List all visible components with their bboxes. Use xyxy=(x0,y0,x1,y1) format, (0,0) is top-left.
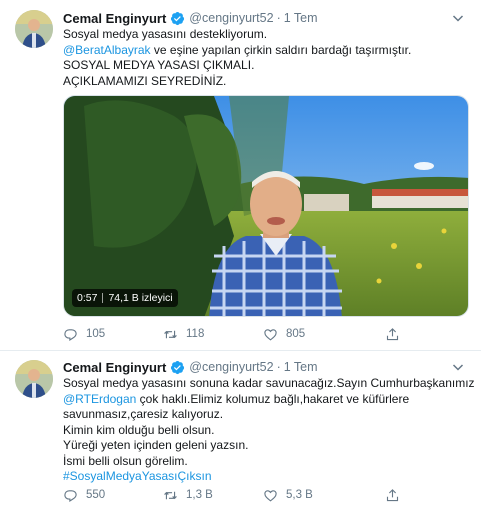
author-name[interactable]: Cemal Enginyurt xyxy=(63,11,166,26)
video-info-badge: 0:57 74,1 B izleyici xyxy=(72,289,178,307)
separator-dot: · xyxy=(276,11,281,25)
retweet-button[interactable]: 118 xyxy=(163,325,204,343)
video-duration: 0:57 xyxy=(77,292,98,304)
reply-count: 105 xyxy=(86,328,106,340)
author-handle[interactable]: @cenginyurt52 xyxy=(189,360,273,374)
mention-link[interactable]: @RTErdogan xyxy=(63,392,136,406)
verified-badge-icon xyxy=(170,11,185,26)
tweet-line: savunmasız,çaresiz kalıyoruz. xyxy=(63,407,224,421)
video-views: 74,1 B izleyici xyxy=(108,292,173,304)
share-icon xyxy=(386,488,399,501)
verified-badge-icon xyxy=(170,360,185,375)
share-icon xyxy=(386,327,399,340)
tweet-header: Cemal Enginyurt @cenginyurt52 · 1 Tem xyxy=(63,9,318,27)
tweet-line: AÇIKLAMAMIZI SEYREDİNİZ. xyxy=(63,73,227,88)
tweet-line: Kimin kim olduğu belli olsun. xyxy=(63,422,215,437)
tweet-header: Cemal Enginyurt @cenginyurt52 · 1 Tem xyxy=(63,358,318,376)
avatar[interactable] xyxy=(15,360,53,398)
tweet-actions: 550 1,3 B 5,3 B xyxy=(63,486,423,504)
heart-icon xyxy=(264,328,277,341)
video-player[interactable]: 0:57 74,1 B izleyici xyxy=(63,95,469,317)
tweet-text: Sosyal medya yasasını destekliyorum. @Be… xyxy=(63,27,463,89)
tweet-text: Sosyal medya yasasını sonuna kadar savun… xyxy=(63,376,475,485)
tweet-line: İsmi belli olsun görelim. xyxy=(63,453,188,468)
tweet-line: @BeratAlbayrak ve eşine yapılan çirkin s… xyxy=(63,43,463,59)
tweet-line: Sosyal medya yasasını destekliyorum. xyxy=(63,27,268,41)
chevron-down-icon[interactable] xyxy=(451,360,465,374)
separator-dot: · xyxy=(276,360,281,374)
author-name[interactable]: Cemal Enginyurt xyxy=(63,360,166,375)
chevron-down-icon[interactable] xyxy=(451,11,465,25)
tweet-line: @RTErdogan çok haklı.Elimiz kolumuz bağl… xyxy=(63,392,463,408)
hashtag-link[interactable]: #SosyalMedyaYasasıÇıksın xyxy=(63,469,463,485)
tweet-line-text: ve eşine yapılan çirkin saldırı bardağı … xyxy=(150,42,412,57)
avatar[interactable] xyxy=(15,10,53,48)
tweet-actions: 105 118 805 xyxy=(63,325,423,343)
retweet-button[interactable]: 1,3 B xyxy=(163,486,213,504)
author-handle[interactable]: @cenginyurt52 xyxy=(189,11,273,25)
retweet-count: 1,3 B xyxy=(186,489,213,501)
video-thumbnail xyxy=(64,96,468,316)
reply-count: 550 xyxy=(86,489,106,501)
heart-icon xyxy=(264,489,277,502)
tweet-line-text: çok haklı.Elimiz kolumuz bağlı,hakaret v… xyxy=(136,391,410,406)
reply-button[interactable]: 550 xyxy=(63,486,105,504)
reply-icon xyxy=(64,328,77,341)
share-button[interactable] xyxy=(385,325,408,343)
tweet-time[interactable]: 1 Tem xyxy=(284,11,318,25)
reply-icon xyxy=(64,489,77,502)
retweet-icon xyxy=(164,491,177,499)
reply-button[interactable]: 105 xyxy=(63,325,105,343)
like-button[interactable]: 805 xyxy=(263,325,305,343)
mention-link[interactable]: @BeratAlbayrak xyxy=(63,43,151,57)
tweet-line: Yüreği yeten içinden geleni yazsın. xyxy=(63,438,249,452)
tweet-time[interactable]: 1 Tem xyxy=(284,360,318,374)
tweet[interactable]: Cemal Enginyurt @cenginyurt52 · 1 Tem So… xyxy=(0,0,481,351)
like-count: 5,3 B xyxy=(286,489,313,501)
tweet[interactable]: Cemal Enginyurt @cenginyurt52 · 1 Tem So… xyxy=(0,351,481,508)
like-count: 805 xyxy=(286,328,306,340)
share-button[interactable] xyxy=(385,486,408,504)
retweet-count: 118 xyxy=(186,328,205,340)
like-button[interactable]: 5,3 B xyxy=(263,486,313,504)
tweet-line: SOSYAL MEDYA YASASI ÇIKMALI. xyxy=(63,58,255,72)
tweet-line: Sosyal medya yasasını sonuna kadar savun… xyxy=(63,376,475,390)
retweet-icon xyxy=(164,330,177,338)
divider xyxy=(102,293,104,303)
